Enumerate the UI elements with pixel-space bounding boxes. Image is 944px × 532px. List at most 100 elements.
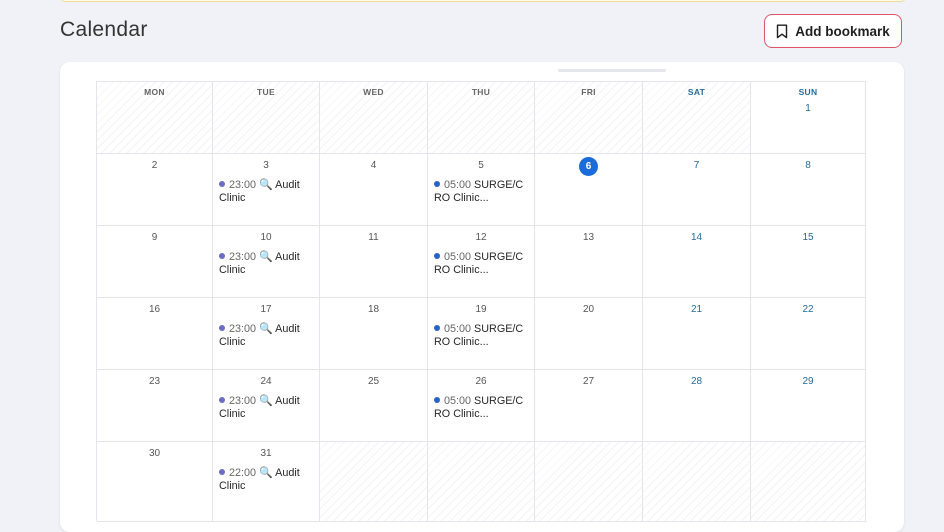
day-number: 19 xyxy=(475,304,487,315)
event-title: SURGE/C xyxy=(474,395,524,407)
day-cell[interactable]: 14 xyxy=(643,226,751,298)
day-number: 15 xyxy=(802,232,814,243)
day-cell[interactable] xyxy=(643,442,751,522)
event-item[interactable]: 05:00 SURGE/C RO Clinic... xyxy=(434,395,530,421)
day-cell[interactable]: 11 xyxy=(320,226,428,298)
day-number: 31 xyxy=(260,448,272,459)
day-cell[interactable]: 2 xyxy=(97,154,213,226)
day-cell[interactable]: 22 xyxy=(751,298,866,370)
scroll-indicator[interactable] xyxy=(558,69,666,72)
day-cell[interactable]: 25 xyxy=(320,370,428,442)
day-number: 5 xyxy=(478,160,484,171)
day-cell-today[interactable]: 6 xyxy=(535,154,643,226)
day-number: 28 xyxy=(690,376,703,387)
notice-banner-edge xyxy=(60,0,906,2)
day-cell[interactable]: 18 xyxy=(320,298,428,370)
day-cell[interactable]: 8 xyxy=(751,154,866,226)
event-time: 05:00 xyxy=(444,323,472,335)
bookmark-icon xyxy=(777,24,788,38)
event-time: 23:00 xyxy=(229,323,257,335)
event-item[interactable]: 23:00 🔍 Audit Clinic xyxy=(219,323,315,349)
day-cell[interactable]: MON xyxy=(97,82,213,154)
day-cell[interactable]: SUN 1 xyxy=(751,82,866,154)
event-title-cont: RO Clinic... xyxy=(434,336,489,348)
day-cell[interactable]: 15 xyxy=(751,226,866,298)
weekday-label-wed: WED xyxy=(363,87,384,97)
day-cell[interactable]: 27 xyxy=(535,370,643,442)
day-cell[interactable] xyxy=(751,442,866,522)
day-number: 11 xyxy=(368,232,379,243)
event-time: 05:00 xyxy=(444,179,472,191)
event-time: 05:00 xyxy=(444,395,472,407)
day-cell[interactable]: 12 05:00 SURGE/C RO Clinic... xyxy=(428,226,535,298)
event-title: SURGE/C xyxy=(474,323,524,335)
day-cell[interactable]: FRI xyxy=(535,82,643,154)
day-cell[interactable]: 29 xyxy=(751,370,866,442)
event-dot xyxy=(219,181,225,187)
day-cell[interactable]: 5 05:00 SURGE/C RO Clinic... xyxy=(428,154,535,226)
day-cell[interactable]: 20 xyxy=(535,298,643,370)
event-dot xyxy=(219,325,225,331)
day-number: 29 xyxy=(802,376,814,387)
day-cell[interactable]: THU xyxy=(428,82,535,154)
day-cell[interactable]: 13 xyxy=(535,226,643,298)
event-title-cont: RO Clinic... xyxy=(434,192,489,204)
day-cell[interactable]: TUE xyxy=(213,82,320,154)
day-cell[interactable]: 17 23:00 🔍 Audit Clinic xyxy=(213,298,320,370)
page-title: Calendar xyxy=(60,18,148,41)
event-title-cont: Clinic xyxy=(219,264,246,276)
day-cell[interactable]: 28 xyxy=(643,370,751,442)
day-cell[interactable] xyxy=(320,442,428,522)
event-title: SURGE/C xyxy=(474,179,524,191)
add-bookmark-button[interactable]: Add bookmark xyxy=(764,14,902,48)
day-cell[interactable]: 10 23:00 🔍 Audit Clinic xyxy=(213,226,320,298)
day-cell[interactable]: 9 xyxy=(97,226,213,298)
day-number: 26 xyxy=(475,376,487,387)
day-number: 2 xyxy=(151,160,158,171)
day-cell[interactable]: 4 xyxy=(320,154,428,226)
event-dot xyxy=(219,253,225,259)
event-title: Audit xyxy=(275,467,300,479)
day-number: 27 xyxy=(582,376,595,387)
day-cell[interactable] xyxy=(535,442,643,522)
event-item[interactable]: 23:00 🔍 Audit Clinic xyxy=(219,251,315,277)
add-bookmark-label: Add bookmark xyxy=(795,23,890,39)
event-item[interactable]: 23:00 🔍 Audit Clinic xyxy=(219,395,315,421)
day-cell[interactable]: 30 xyxy=(97,442,213,522)
day-cell[interactable]: 7 xyxy=(643,154,751,226)
day-number: 1 xyxy=(805,103,811,114)
event-title-cont: RO Clinic... xyxy=(434,408,489,420)
day-number: 23 xyxy=(148,376,161,387)
event-dot xyxy=(434,325,440,331)
event-time: 23:00 xyxy=(229,179,257,191)
magnifier-icon: 🔍 xyxy=(259,467,273,479)
day-cell[interactable]: 26 05:00 SURGE/C RO Clinic... xyxy=(428,370,535,442)
day-cell[interactable]: 16 xyxy=(97,298,213,370)
day-number: 18 xyxy=(367,304,380,315)
event-title-cont: Clinic xyxy=(219,408,246,420)
day-cell[interactable]: 24 23:00 🔍 Audit Clinic xyxy=(213,370,320,442)
today-marker: 6 xyxy=(579,157,598,176)
event-title-cont: Clinic xyxy=(219,336,246,348)
event-item[interactable]: 22:00 🔍 Audit Clinic xyxy=(219,467,315,493)
day-number: 12 xyxy=(475,232,487,243)
day-cell[interactable]: SAT xyxy=(643,82,751,154)
day-cell[interactable]: 31 22:00 🔍 Audit Clinic xyxy=(213,442,320,522)
day-cell[interactable]: 3 23:00 🔍 Audit Clinic xyxy=(213,154,320,226)
day-cell[interactable]: 19 05:00 SURGE/C RO Clinic... xyxy=(428,298,535,370)
day-cell[interactable]: 23 xyxy=(97,370,213,442)
day-cell[interactable]: WED xyxy=(320,82,428,154)
event-dot xyxy=(434,181,440,187)
event-item[interactable]: 05:00 SURGE/C RO Clinic... xyxy=(434,251,530,277)
magnifier-icon: 🔍 xyxy=(259,251,273,263)
event-title: Audit xyxy=(275,251,300,263)
day-number: 9 xyxy=(151,232,158,243)
event-item[interactable]: 05:00 SURGE/C RO Clinic... xyxy=(434,179,530,205)
event-item[interactable]: 23:00 🔍 Audit Clinic xyxy=(219,179,315,205)
day-cell[interactable] xyxy=(428,442,535,522)
day-number: 8 xyxy=(805,160,811,171)
day-cell[interactable]: 21 xyxy=(643,298,751,370)
magnifier-icon: 🔍 xyxy=(259,323,273,335)
event-item[interactable]: 05:00 SURGE/C RO Clinic... xyxy=(434,323,530,349)
event-dot xyxy=(219,469,225,475)
